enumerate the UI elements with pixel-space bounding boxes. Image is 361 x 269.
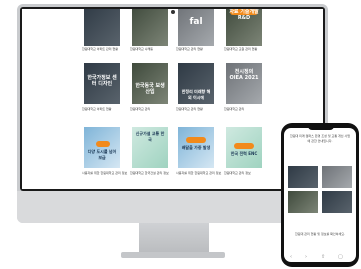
thumbnail-6-title: 한국동국 보생산입: [135, 83, 165, 95]
thumbnail-9-badge: [96, 141, 110, 147]
phone-notch: [308, 126, 334, 130]
thumbnail-2[interactable]: [132, 9, 168, 46]
caption-3: 한림대학교 관리 현황: [176, 47, 203, 51]
back-icon[interactable]: ‹: [290, 254, 292, 260]
thumbnail-10-title: 신규가설 교통 한국: [135, 131, 165, 142]
thumbnail-5[interactable]: 한국가정보 센터 디자인: [84, 63, 120, 104]
thumbnail-3-title: fal: [189, 17, 203, 27]
caption-9: 사용자를 위한 한림대학교 관리 정보: [82, 171, 128, 175]
monitor-screen: fal 자료 기술개발 R&D 한림대학교 아파트 관리 현황 한림대학교 나래…: [22, 9, 323, 189]
caption-2: 한림대학교 나래동: [130, 47, 154, 51]
thumbnail-6[interactable]: 한국동국 보생산입: [132, 63, 168, 104]
caption-11: 사용자를 위한 한림대학교 관리 정보: [176, 171, 222, 175]
caption-1: 한림대학교 아파트 관리 현황: [82, 47, 118, 51]
thumbnail-4-title: 자료 기술개발 R&D: [229, 9, 259, 21]
thumbnail-12[interactable]: 한국 전력 ENC: [226, 127, 262, 168]
thumbnail-1[interactable]: [84, 9, 120, 46]
thumbnail-7-title: 한정리 미래향 해외 이시에: [181, 89, 211, 100]
thumbnail-12-badge: [234, 143, 254, 149]
thumbnail-9[interactable]: 다양 도시를 넘어 보급: [84, 127, 120, 168]
phone-screen: 한림대 미래 캠퍼스 환경 조성 및 교통 개선 사업에 관한 안내입니다. 한…: [284, 128, 356, 262]
thumbnail-8[interactable]: 전시정의 OIEA 2021: [226, 63, 262, 104]
caption-10: 한림대학교 한국건설 관리 정보: [130, 171, 169, 175]
thumbnail-11-badge: [186, 137, 206, 143]
thumbnail-9-title: 다양 도시를 넘어 보급: [87, 149, 117, 160]
thumbnail-7[interactable]: 한정리 미래향 해외 이시에: [178, 63, 214, 104]
tabs-icon[interactable]: ▢: [338, 254, 343, 260]
camera-icon: [171, 10, 175, 14]
thumbnail-12-title: 한국 전력 ENC: [230, 151, 258, 156]
thumbnail-5-title: 한국가정보 센터 디자인: [87, 75, 117, 87]
thumbnail-11[interactable]: 배달을 가중 발생: [178, 127, 214, 168]
thumbnail-4[interactable]: 자료 기술개발 R&D: [226, 9, 262, 46]
share-icon[interactable]: ⇧: [321, 254, 325, 260]
thumbnail-10[interactable]: 신규가설 교통 한국: [132, 127, 168, 168]
phone-intro-text: 한림대 미래 캠퍼스 환경 조성 및 교통 개선 사업에 관한 안내입니다.: [289, 134, 351, 143]
caption-12: 한림대학교 관리 정보: [224, 171, 251, 175]
monitor-stand: [139, 223, 209, 255]
phone-image-1[interactable]: [288, 166, 318, 188]
caption-5: 한림대학교 아파트 현황: [82, 107, 112, 111]
caption-7: 한림대학교 관리 현황: [176, 107, 203, 111]
phone-image-4[interactable]: [322, 191, 352, 213]
thumbnail-3[interactable]: fal: [178, 9, 214, 46]
thumbnail-8-title: 전시정의 OIEA 2021: [229, 69, 259, 81]
caption-4: 한림대학교 교원 관리 현황: [224, 47, 258, 51]
phone-image-3[interactable]: [288, 191, 318, 213]
phone-image-2[interactable]: [322, 166, 352, 188]
monitor-base: [121, 252, 225, 258]
thumbnail-11-title: 배달을 가중 발생: [181, 145, 211, 150]
forward-icon[interactable]: ›: [305, 254, 307, 260]
phone-outro-text: 한림대 관리 현황 및 정보를 확인하세요.: [295, 232, 345, 236]
caption-8: 한림대학교 관리: [224, 107, 245, 111]
caption-6: 한림대학교 관리: [130, 107, 151, 111]
